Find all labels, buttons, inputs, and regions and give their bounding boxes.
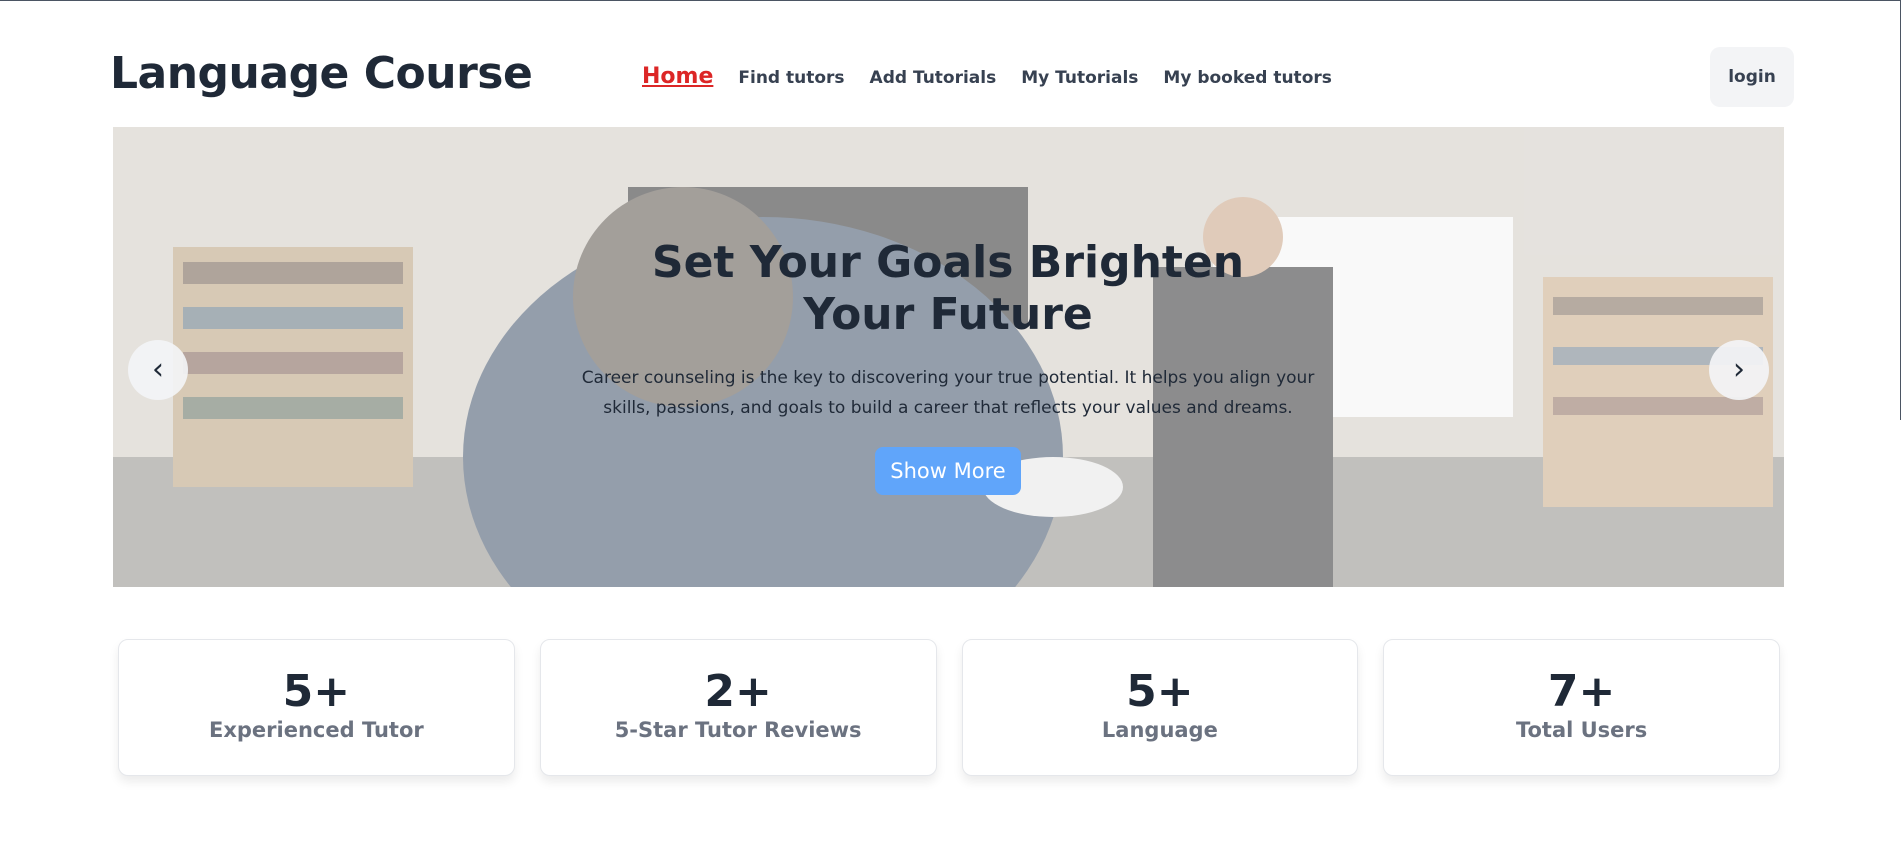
stat-value: 5+	[1126, 666, 1194, 717]
carousel-next-button[interactable]: ›	[1709, 340, 1769, 400]
nav-my-tutorials[interactable]: My Tutorials	[1021, 68, 1138, 88]
stat-label: Experienced Tutor	[209, 718, 424, 742]
stat-value: 7+	[1547, 666, 1616, 717]
stats-section: 5+ Experienced Tutor 2+ 5-Star Tutor Rev…	[118, 639, 1780, 776]
show-more-button[interactable]: Show More	[875, 447, 1021, 495]
nav-home[interactable]: Home	[642, 64, 713, 89]
stat-label: 5-Star Tutor Reviews	[614, 718, 862, 742]
navbar: Language Course Home Find tutors Add Tut…	[110, 46, 1794, 110]
main-nav: Home Find tutors Add Tutorials My Tutori…	[642, 64, 1332, 89]
stat-value: 2+	[704, 666, 772, 717]
nav-find-tutors[interactable]: Find tutors	[738, 68, 844, 88]
hero-description: Career counseling is the key to discover…	[581, 368, 1315, 418]
hero-content: Set Your Goals Brighten Your Future Care…	[548, 237, 1348, 495]
stat-card-tutors: 5+ Experienced Tutor	[118, 639, 515, 776]
stat-label: Total Users	[1515, 718, 1648, 742]
chevron-right-icon: ›	[1733, 352, 1745, 387]
stat-value: 5+	[282, 666, 351, 717]
stat-card-reviews: 2+ 5-Star Tutor Reviews	[539, 639, 937, 776]
top-border	[0, 0, 1901, 1]
carousel-prev-button[interactable]: ‹	[128, 340, 188, 400]
brand-logo-text[interactable]: Language Course	[110, 48, 533, 99]
stat-label: Language	[1101, 718, 1218, 742]
stat-card-users: 7+ Total Users	[1383, 639, 1780, 776]
hero-title: Set Your Goals Brighten Your Future	[651, 237, 1245, 340]
stat-card-language: 5+ Language	[961, 639, 1359, 776]
chevron-left-icon: ‹	[152, 352, 164, 387]
nav-add-tutorials[interactable]: Add Tutorials	[870, 68, 997, 88]
login-button[interactable]: login	[1710, 47, 1794, 107]
nav-my-booked-tutors[interactable]: My booked tutors	[1163, 68, 1331, 88]
hero-carousel: Set Your Goals Brighten Your Future Care…	[113, 127, 1784, 587]
